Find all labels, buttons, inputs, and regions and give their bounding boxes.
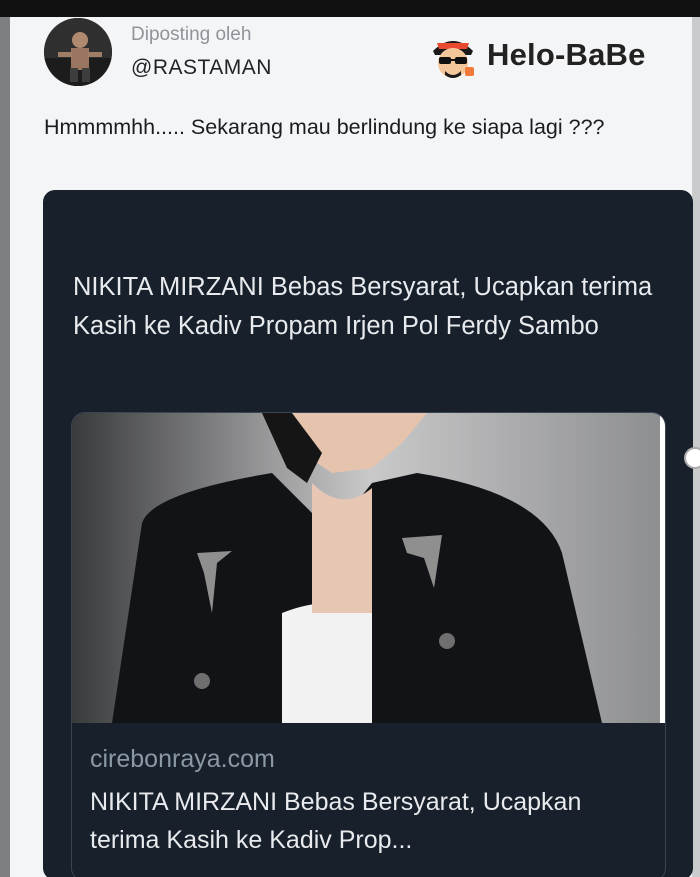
- link-preview[interactable]: cirebonraya.com NIKITA MIRZANI Bebas Ber…: [71, 412, 666, 877]
- post-text: Hmmmmhh..... Sekarang mau berlindung ke …: [44, 115, 605, 139]
- scroll-indicator[interactable]: [684, 447, 700, 469]
- username[interactable]: @RASTAMAN: [131, 56, 272, 80]
- avatar-photo: [44, 18, 112, 86]
- preview-domain[interactable]: cirebonraya.com: [90, 745, 275, 774]
- posted-by-label: Diposting oleh: [131, 24, 252, 45]
- post-header: Diposting oleh @RASTAMAN Helo-BaBe: [44, 18, 694, 98]
- brand-name: Helo-BaBe: [487, 37, 646, 72]
- avatar[interactable]: [44, 18, 112, 86]
- embedded-tweet-card[interactable]: NIKITA MIRZANI Bebas Bersyarat, Ucapkan …: [43, 190, 693, 877]
- top-bar: [0, 0, 700, 17]
- mascot-icon: [433, 41, 474, 78]
- brand-logo: Helo-BaBe: [427, 28, 646, 82]
- left-edge: [0, 17, 10, 877]
- preview-title[interactable]: NIKITA MIRZANI Bebas Bersyarat, Ucapkan …: [90, 783, 650, 859]
- preview-image: [72, 413, 665, 723]
- card-headline: NIKITA MIRZANI Bebas Bersyarat, Ucapkan …: [73, 273, 653, 340]
